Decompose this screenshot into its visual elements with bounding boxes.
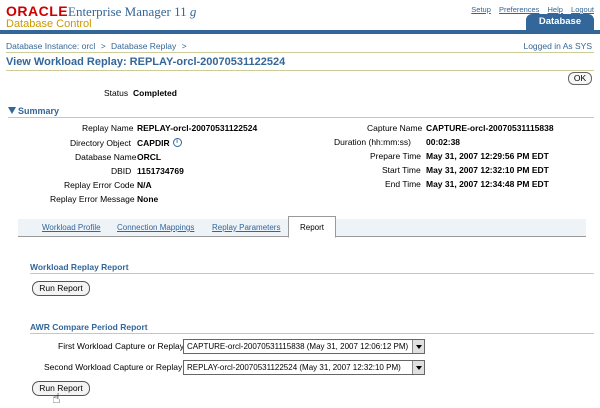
page-title: View Workload Replay: REPLAY-orcl-200705…	[6, 56, 286, 68]
oracle-logo: ORACLE	[6, 3, 69, 19]
divider	[30, 273, 594, 274]
em-logo-version: g	[189, 4, 197, 19]
first-workload-select[interactable]: CAPTURE-orcl-20070531115838 (May 31, 200…	[183, 339, 425, 354]
help-link[interactable]: Help	[548, 5, 563, 14]
collapse-triangle-icon[interactable]	[8, 107, 16, 114]
prepare-time-value: May 31, 2007 12:29:56 PM EDT	[426, 151, 549, 161]
run-awr-report-button[interactable]: Run Report	[32, 381, 90, 396]
breadcrumb-separator: >	[100, 41, 106, 51]
dbid-value: 1151734769	[137, 166, 184, 176]
breadcrumb: Database Instance: orcl > Database Repla…	[6, 41, 190, 51]
status-value: Completed	[133, 88, 177, 98]
database-name-label: Database Name	[75, 152, 137, 162]
workload-replay-report-header: Workload Replay Report	[30, 262, 129, 272]
directory-object: CAPDIR i	[137, 138, 182, 148]
directory-object-label: Directory Object	[70, 138, 131, 148]
setup-link[interactable]: Setup	[471, 5, 491, 14]
run-workload-report-button[interactable]: Run Report	[32, 281, 90, 296]
tab-replay-parameters[interactable]: Replay Parameters	[212, 219, 280, 237]
replay-error-message-value: None	[137, 194, 159, 204]
tab-workload-profile[interactable]: Workload Profile	[42, 219, 101, 237]
breadcrumb-replay-link[interactable]: Database Replay	[111, 41, 176, 51]
product-name: Database Control	[6, 18, 92, 30]
prepare-time-label: Prepare Time	[370, 151, 422, 161]
login-info: Logged in As SYS	[523, 41, 592, 51]
em-logo-text: Enterprise Manager 11	[68, 4, 187, 19]
chevron-down-icon	[412, 361, 424, 374]
hand-cursor-icon: ☝	[52, 390, 61, 406]
status-label: Status	[104, 88, 129, 98]
preferences-link[interactable]: Preferences	[499, 5, 539, 14]
directory-object-value: CAPDIR	[137, 138, 170, 148]
replay-name-label: Replay Name	[82, 123, 134, 133]
database-tab[interactable]: Database	[526, 14, 594, 30]
capture-name-label: Capture Name	[367, 123, 423, 133]
first-workload-label: First Workload Capture or Replay	[58, 341, 184, 351]
divider	[8, 117, 594, 118]
header-bar	[0, 30, 600, 34]
tab-report[interactable]: Report	[288, 216, 336, 238]
second-workload-label: Second Workload Capture or Replay	[44, 362, 183, 372]
dbid-label: DBID	[111, 166, 132, 176]
start-time-label: Start Time	[382, 165, 421, 175]
summary-header[interactable]: Summary	[18, 106, 59, 116]
replay-error-code-label: Replay Error Code	[64, 180, 135, 190]
breadcrumb-instance-link[interactable]: Database Instance: orcl	[6, 41, 95, 51]
branding-header: ORACLE Enterprise Manager 11 g Database …	[0, 0, 600, 34]
awr-compare-header: AWR Compare Period Report	[30, 322, 148, 332]
divider	[30, 333, 594, 334]
replay-error-message-label: Replay Error Message	[50, 194, 135, 204]
global-links: Setup Preferences Help Logout	[465, 5, 594, 14]
logout-link[interactable]: Logout	[571, 5, 594, 14]
breadcrumb-separator: >	[181, 41, 187, 51]
tab-connection-mappings[interactable]: Connection Mappings	[117, 219, 194, 237]
ok-button[interactable]: OK	[568, 72, 592, 85]
duration-label: Duration (hh:mm:ss)	[334, 137, 411, 147]
second-workload-select[interactable]: REPLAY-orcl-20070531122524 (May 31, 2007…	[183, 360, 425, 375]
divider	[6, 70, 594, 71]
first-workload-value: CAPTURE-orcl-20070531115838 (May 31, 200…	[187, 342, 409, 351]
capture-name-value: CAPTURE-orcl-20070531115838	[426, 123, 554, 133]
end-time-label: End Time	[385, 179, 421, 189]
divider	[6, 52, 594, 53]
info-icon[interactable]: i	[172, 138, 182, 147]
database-name-value: ORCL	[137, 152, 162, 162]
replay-error-code-value: N/A	[137, 180, 152, 190]
start-time-value: May 31, 2007 12:32:10 PM EDT	[426, 165, 549, 175]
end-time-value: May 31, 2007 12:34:48 PM EDT	[426, 179, 549, 189]
replay-name-value: REPLAY-orcl-20070531122524	[137, 123, 258, 133]
duration-value: 00:02:38	[426, 137, 461, 147]
chevron-down-icon	[412, 340, 424, 353]
second-workload-value: REPLAY-orcl-20070531122524 (May 31, 2007…	[187, 363, 401, 372]
